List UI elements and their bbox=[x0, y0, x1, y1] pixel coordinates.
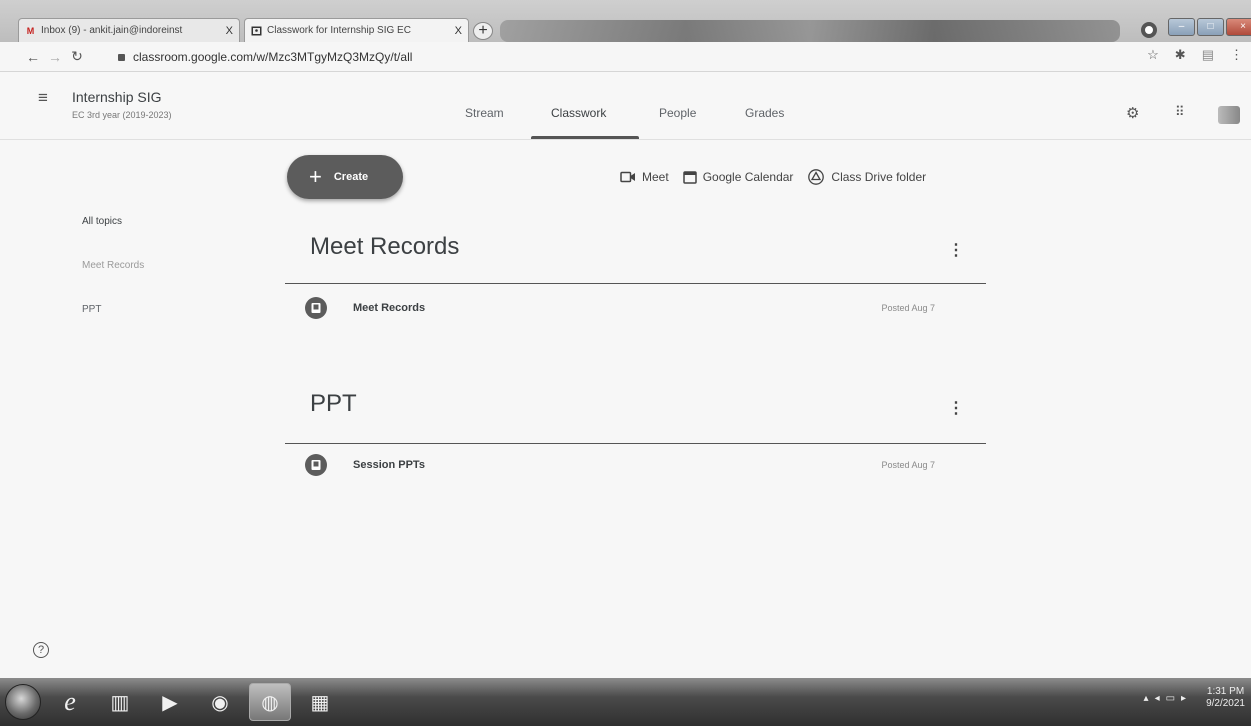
browser-tab-strip: M Inbox (9) - ankit.jain@indoreinst X Cl… bbox=[0, 0, 1251, 42]
clock-time: 1:31 PM bbox=[1206, 686, 1245, 697]
topic-meet-records[interactable]: Meet Records bbox=[82, 260, 144, 271]
create-button[interactable]: + Create bbox=[287, 155, 403, 199]
browser-menu-icon[interactable]: ⋮ bbox=[1230, 47, 1243, 63]
new-tab-button[interactable]: + bbox=[473, 22, 493, 40]
clock-date: 9/2/2021 bbox=[1206, 698, 1245, 709]
topic-ppt[interactable]: PPT bbox=[82, 304, 144, 315]
quick-links: Meet Google Calendar Class Drive folder bbox=[620, 169, 940, 185]
section-title: PPT bbox=[310, 390, 357, 417]
tray-icons[interactable]: ▴◂▭▸ bbox=[1144, 693, 1193, 704]
section-divider bbox=[285, 283, 986, 284]
tab-classwork[interactable]: Classwork bbox=[551, 106, 606, 120]
firefox-icon[interactable]: ◉ bbox=[199, 683, 241, 721]
start-button[interactable] bbox=[5, 684, 41, 720]
profile-icon[interactable] bbox=[1141, 22, 1157, 38]
active-tab-indicator bbox=[531, 136, 639, 139]
windows-taskbar: e ▥ ▶ ◉ ◍ ▦ ▴◂▭▸ 1:31 PM 9/2/2021 bbox=[0, 678, 1251, 726]
list-item[interactable]: Meet Records Posted Aug 7 bbox=[305, 296, 965, 320]
minimize-button[interactable]: – bbox=[1168, 18, 1195, 36]
browser-toolbar: ← → ↻ classroom.google.com/w/Mzc3MTgyMzQ… bbox=[0, 42, 1251, 72]
word-icon[interactable]: ▦ bbox=[299, 683, 341, 721]
reload-icon[interactable]: ↻ bbox=[66, 48, 88, 65]
class-section: EC 3rd year (2019-2023) bbox=[72, 110, 172, 120]
hamburger-menu-icon[interactable]: ≡ bbox=[38, 88, 48, 108]
item-title: Meet Records bbox=[353, 302, 426, 314]
close-window-button[interactable]: × bbox=[1226, 18, 1251, 36]
close-icon[interactable]: X bbox=[226, 25, 233, 37]
google-calendar-link[interactable]: Google Calendar bbox=[682, 170, 794, 184]
tab-people[interactable]: People bbox=[659, 106, 696, 120]
close-icon[interactable]: X bbox=[455, 25, 462, 37]
meet-label: Meet bbox=[642, 170, 669, 184]
material-icon bbox=[305, 454, 327, 476]
toolbar-right: ☆ ✱ ▤ ⋮ bbox=[1147, 47, 1243, 63]
internet-explorer-icon[interactable]: e bbox=[49, 683, 91, 721]
forward-arrow-icon[interactable]: → bbox=[44, 49, 66, 65]
gmail-icon: M bbox=[26, 25, 35, 36]
system-tray: ▴◂▭▸ 1:31 PM 9/2/2021 bbox=[1144, 686, 1245, 710]
topic-list: All topics Meet Records PPT bbox=[82, 216, 144, 348]
list-item[interactable]: Session PPTs Posted Aug 7 bbox=[305, 453, 965, 477]
help-icon[interactable]: ? bbox=[33, 642, 49, 658]
tab-classwork[interactable]: Classwork for Internship SIG EC X bbox=[244, 18, 469, 42]
avatar[interactable] bbox=[1218, 106, 1240, 124]
clock[interactable]: 1:31 PM 9/2/2021 bbox=[1206, 686, 1245, 710]
window-controls: – □ × bbox=[1166, 18, 1251, 38]
chrome-icon[interactable]: ◍ bbox=[249, 683, 291, 721]
meet-link[interactable]: Meet bbox=[620, 170, 669, 184]
class-name[interactable]: Internship SIG bbox=[72, 89, 162, 105]
back-arrow-icon[interactable]: ← bbox=[22, 49, 44, 65]
topic-section-ppt: PPT ⋮ Session PPTs Posted Aug 7 bbox=[285, 390, 986, 490]
screen: M Inbox (9) - ankit.jain@indoreinst X Cl… bbox=[0, 0, 1251, 726]
calendar-icon bbox=[682, 171, 697, 184]
tab-stream[interactable]: Stream bbox=[465, 106, 504, 120]
class-drive-folder-link[interactable]: Class Drive folder bbox=[807, 169, 926, 185]
item-posted-date: Posted Aug 7 bbox=[881, 460, 935, 470]
tab-inbox[interactable]: M Inbox (9) - ankit.jain@indoreinst X bbox=[18, 18, 240, 42]
google-calendar-label: Google Calendar bbox=[702, 170, 794, 184]
tab-grades[interactable]: Grades bbox=[745, 106, 784, 120]
tab-classwork-title: Classwork for Internship SIG EC bbox=[267, 25, 411, 36]
topic-section-meet-records: Meet Records ⋮ Meet Records Posted Aug 7 bbox=[285, 228, 986, 328]
create-label: Create bbox=[333, 171, 369, 183]
plus-icon: + bbox=[309, 164, 322, 189]
section-title: Meet Records bbox=[310, 233, 460, 260]
class-drive-folder-label: Class Drive folder bbox=[831, 170, 927, 184]
maximize-button[interactable]: □ bbox=[1197, 18, 1224, 36]
apps-grid-icon[interactable]: ⠿ bbox=[1175, 104, 1185, 120]
address-bar[interactable]: classroom.google.com/w/Mzc3MTgyMzQ3MzQy/… bbox=[118, 46, 1118, 68]
classroom-icon bbox=[251, 25, 262, 36]
media-player-icon[interactable]: ▶ bbox=[149, 683, 191, 721]
item-posted-date: Posted Aug 7 bbox=[881, 303, 935, 313]
bookmark-star-icon[interactable]: ☆ bbox=[1147, 47, 1159, 63]
section-divider bbox=[285, 443, 986, 444]
app-header: ≡ Internship SIG EC 3rd year (2019-2023)… bbox=[0, 72, 1251, 140]
settings-gear-icon[interactable]: ⚙ bbox=[1126, 104, 1139, 122]
classroom-app: ≡ Internship SIG EC 3rd year (2019-2023)… bbox=[0, 72, 1251, 678]
lock-icon bbox=[118, 53, 125, 61]
more-vert-icon[interactable]: ⋮ bbox=[948, 398, 964, 418]
tab-inbox-title: Inbox (9) - ankit.jain@indoreinst bbox=[41, 25, 183, 36]
material-icon bbox=[305, 297, 327, 319]
extensions-icon[interactable]: ✱ bbox=[1175, 47, 1186, 63]
more-vert-icon[interactable]: ⋮ bbox=[948, 240, 964, 260]
url-text: classroom.google.com/w/Mzc3MTgyMzQ3MzQy/… bbox=[133, 50, 413, 64]
extension-thumbnail-icon[interactable]: ▤ bbox=[1202, 47, 1214, 63]
topic-all-topics[interactable]: All topics bbox=[82, 216, 144, 227]
drive-icon bbox=[808, 169, 825, 185]
item-title: Session PPTs bbox=[353, 459, 425, 471]
tab-strip-background bbox=[500, 20, 1120, 42]
file-explorer-icon[interactable]: ▥ bbox=[99, 683, 141, 721]
video-icon bbox=[620, 171, 635, 183]
